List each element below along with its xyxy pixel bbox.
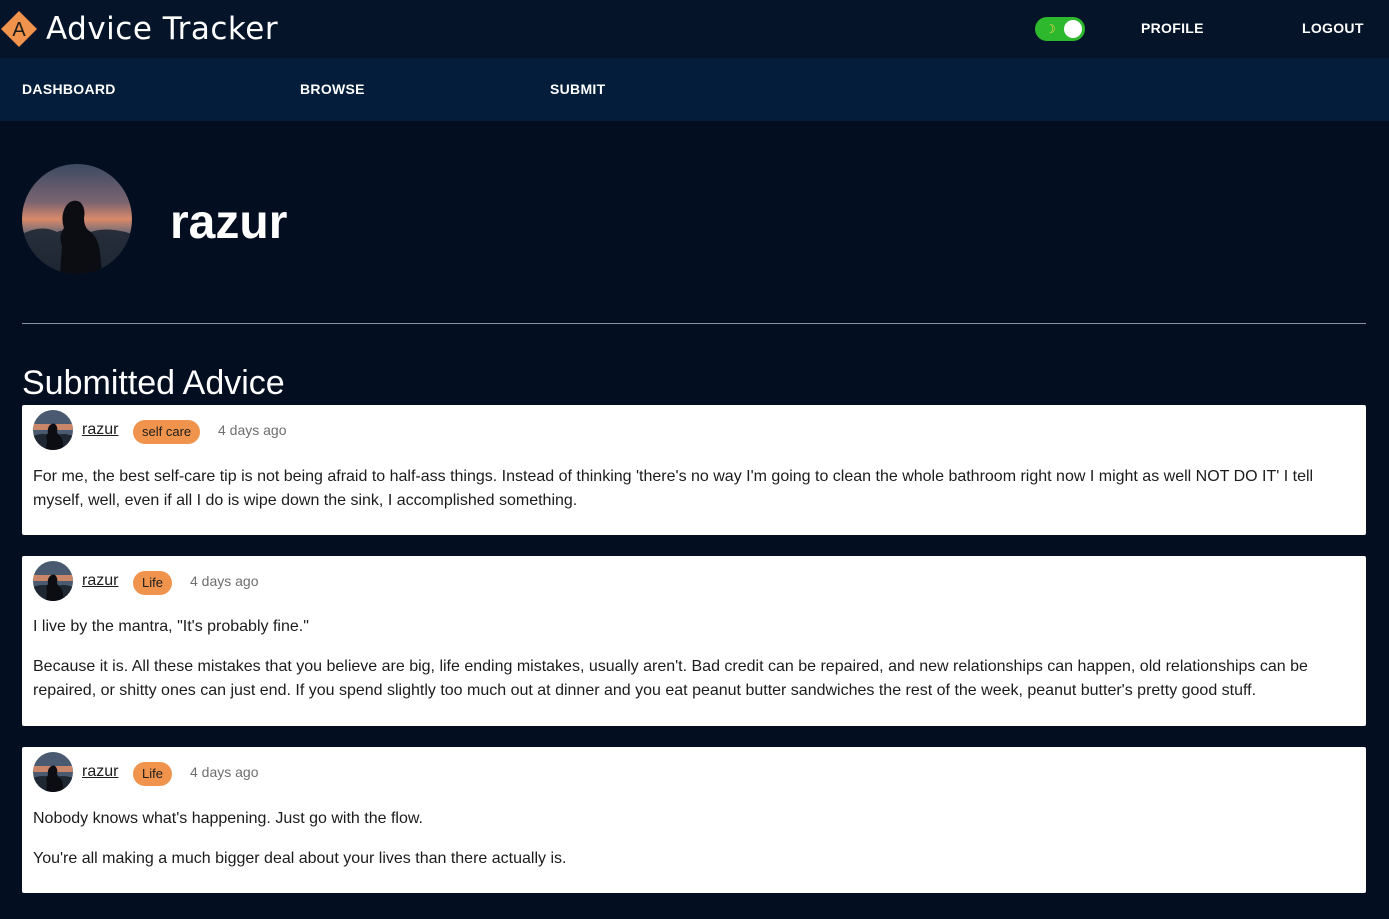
post-time: 4 days ago: [190, 764, 259, 780]
nav-bar: DASHBOARD BROWSE SUBMIT: [0, 58, 1389, 121]
author-link[interactable]: razur: [82, 572, 118, 590]
advice-text: For me, the best self-care tip is not be…: [33, 468, 1314, 509]
advice-card: razur self care 4 days ago For me, the b…: [22, 405, 1366, 535]
author-link[interactable]: razur: [82, 763, 118, 781]
card-header: razur Life 4 days ago: [33, 752, 633, 792]
card-header: razur self care 4 days ago: [33, 410, 633, 450]
section-title: Submitted Advice: [22, 364, 285, 402]
nav-dashboard[interactable]: DASHBOARD: [22, 81, 116, 97]
category-tag[interactable]: Life: [133, 762, 172, 786]
advice-text: You're all making a much bigger deal abo…: [33, 850, 567, 867]
advice-card: razur Life 4 days ago I live by the mant…: [22, 556, 1366, 726]
divider: [22, 323, 1366, 324]
author-avatar[interactable]: [33, 410, 73, 450]
profile-avatar: [22, 164, 132, 274]
card-header: razur Life 4 days ago: [33, 561, 633, 601]
nav-browse[interactable]: BROWSE: [300, 81, 365, 97]
logo-icon[interactable]: A: [0, 10, 38, 48]
nav-submit[interactable]: SUBMIT: [550, 81, 605, 97]
profile-username: razur: [170, 196, 288, 249]
post-time: 4 days ago: [190, 573, 259, 589]
app-title[interactable]: Advice Tracker: [46, 10, 278, 48]
advice-text: Nobody knows what's happening. Just go w…: [33, 810, 423, 827]
card-body: For me, the best self-care tip is not be…: [33, 465, 1344, 529]
profile-link[interactable]: PROFILE: [1141, 20, 1204, 36]
card-body: I live by the mantra, "It's probably fin…: [33, 615, 1344, 719]
advice-text: I live by the mantra, "It's probably fin…: [33, 618, 309, 635]
theme-toggle[interactable]: ☽: [1035, 17, 1085, 41]
author-link[interactable]: razur: [82, 421, 118, 439]
toggle-knob: [1064, 20, 1082, 38]
card-body: Nobody knows what's happening. Just go w…: [33, 807, 1344, 887]
logo-letter: A: [12, 19, 26, 41]
post-time: 4 days ago: [218, 422, 287, 438]
moon-icon: ☽: [1045, 22, 1056, 36]
category-tag[interactable]: self care: [133, 420, 201, 444]
top-bar: A Advice Tracker ☽ PROFILE LOGOUT: [0, 0, 1389, 58]
advice-card: razur Life 4 days ago Nobody knows what'…: [22, 747, 1366, 893]
author-avatar[interactable]: [33, 752, 73, 792]
category-tag[interactable]: Life: [133, 571, 172, 595]
advice-text: Because it is. All these mistakes that y…: [33, 658, 1308, 699]
author-avatar[interactable]: [33, 561, 73, 601]
logout-link[interactable]: LOGOUT: [1302, 20, 1364, 36]
